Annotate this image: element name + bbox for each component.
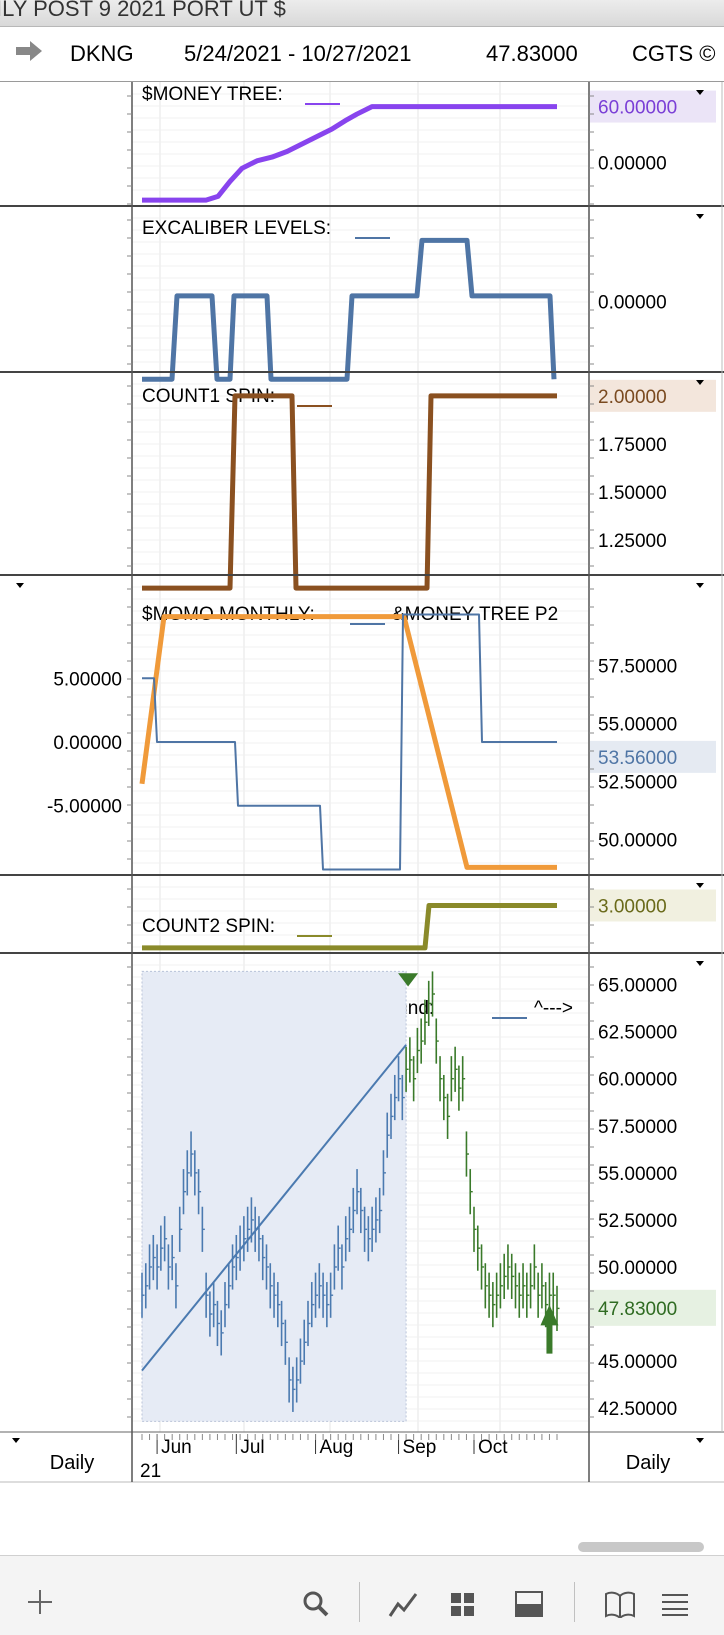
count1-last-value: 2.00000: [598, 387, 667, 408]
add-icon[interactable]: [26, 1588, 54, 1616]
symbol-label[interactable]: DKNG: [70, 41, 134, 67]
money-tree-y-tick: 0.00000: [598, 154, 667, 175]
bars-y-tick: 65.00000: [598, 976, 677, 997]
date-axis-label: Jun: [161, 1437, 192, 1458]
toolbar-divider: [359, 1582, 360, 1622]
date-axis-label: Sep: [403, 1437, 437, 1458]
date-axis-label: Oct: [478, 1437, 508, 1458]
panel-icon[interactable]: [514, 1590, 544, 1618]
date-range[interactable]: 5/24/2021 - 10/27/2021: [184, 41, 412, 67]
momo-left-y-tick: 5.00000: [53, 669, 122, 690]
window-title-bar: ILY POST 9 2021 PORT UT $: [0, 0, 724, 27]
account-label: CGTS ©: [632, 41, 716, 66]
search-icon[interactable]: [302, 1590, 330, 1618]
momo-right-y-tick: 52.50000: [598, 772, 677, 793]
arrow-icon[interactable]: [14, 39, 44, 63]
symbol-bar: DKNG 5/24/2021 - 10/27/2021 47.83000 CGT…: [0, 27, 724, 83]
momo-right-y-tick: 50.00000: [598, 831, 677, 852]
momo-right-y-tick: 57.50000: [598, 656, 677, 677]
window-title: ILY POST 9 2021 PORT UT $: [0, 0, 286, 21]
count1-y-tick: 1.50000: [598, 483, 667, 504]
momo-last-value: 53.56000: [598, 748, 677, 769]
bars-y-tick: 42.50000: [598, 1399, 677, 1420]
bars-y-tick: 60.00000: [598, 1070, 677, 1091]
momo-left-y-tick: 0.00000: [53, 733, 122, 754]
grid-icon[interactable]: [450, 1592, 476, 1618]
chart-line-icon[interactable]: [388, 1590, 420, 1618]
bars-y-tick: 45.00000: [598, 1352, 677, 1373]
date-axis-year: 21: [140, 1461, 161, 1482]
bottom-toolbar: [0, 1542, 724, 1635]
horizontal-scrollbar[interactable]: [578, 1542, 704, 1552]
bars-y-tick: 62.50000: [598, 1023, 677, 1044]
momo-right-y-tick: 55.00000: [598, 714, 677, 735]
date-axis-label: Aug: [320, 1437, 354, 1458]
bars-y-tick: 52.50000: [598, 1211, 677, 1232]
left-period-label[interactable]: Daily: [50, 1452, 94, 1474]
excaliber-y-tick: 0.00000: [598, 292, 667, 313]
book-icon[interactable]: [604, 1590, 636, 1618]
count1-y-tick: 1.75000: [598, 435, 667, 456]
count2-last-value: 3.00000: [598, 896, 667, 917]
bars-y-tick: 50.00000: [598, 1258, 677, 1279]
count2-title: COUNT2 SPIN:: [142, 916, 275, 937]
date-axis-label: Jul: [240, 1437, 264, 1458]
money-tree-last-value: 60.00000: [598, 98, 677, 119]
count1-y-tick: 1.25000: [598, 531, 667, 552]
bars-title-suffix: ^--->: [534, 998, 573, 1019]
right-period-label[interactable]: Daily: [626, 1452, 670, 1474]
menu-icon[interactable]: [660, 1592, 690, 1616]
money-tree-title: $MONEY TREE:: [142, 84, 283, 105]
bars-highlight-region: [141, 970, 407, 1422]
last-price: 47.83000: [486, 41, 578, 66]
bars-last-value: 47.83000: [598, 1299, 677, 1320]
toolbar-divider: [574, 1582, 575, 1622]
bars-y-tick: 55.00000: [598, 1164, 677, 1185]
chart-area[interactable]: $MONEY TREE: 0.00000 60.00000 EXCALIBER LEV…: [0, 82, 724, 1554]
momo-left-y-tick: -5.00000: [47, 797, 122, 818]
bars-y-tick: 57.50000: [598, 1117, 677, 1138]
excaliber-title: EXCALIBER LEVELS:: [142, 218, 331, 239]
